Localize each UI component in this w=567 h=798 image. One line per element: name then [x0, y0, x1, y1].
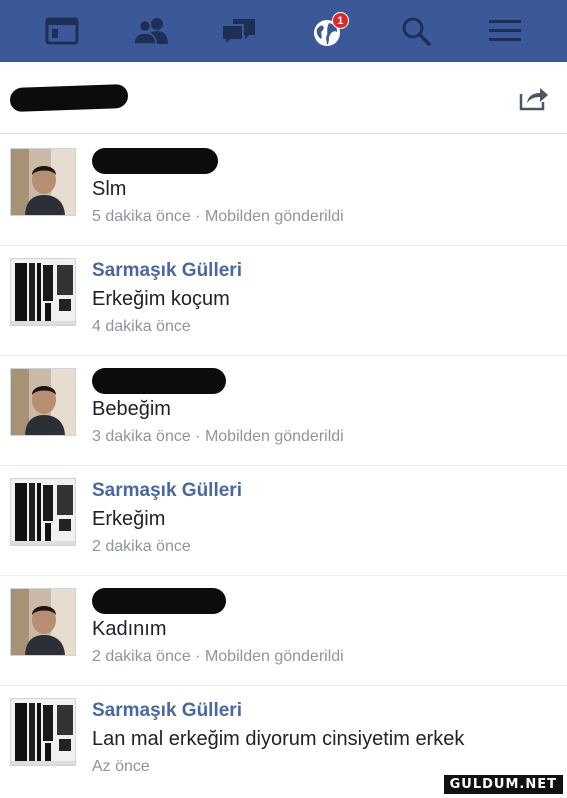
message-meta: 4 dakika önce: [92, 318, 191, 335]
message-list: Slm 5 dakika önce · Mobilden gönderildi …: [0, 136, 567, 796]
notifications-button[interactable]: 1: [302, 9, 354, 53]
sender-name-link[interactable]: Sarmaşık Gülleri: [92, 478, 242, 504]
friends-icon: [132, 18, 168, 45]
avatar-clothes[interactable]: [10, 698, 76, 766]
message-item: Sarmaşık Gülleri Erkeğim 2 dakika önce: [0, 466, 567, 576]
share-button[interactable]: [517, 81, 551, 115]
message-text: Bebeğim: [92, 398, 171, 420]
messages-button[interactable]: [213, 9, 265, 53]
avatar-clothes[interactable]: [10, 478, 76, 546]
site-watermark: GULDUM.NET: [443, 775, 563, 794]
sender-name-redaction: [92, 148, 218, 174]
sender-name-link[interactable]: Sarmaşık Gülleri: [92, 258, 242, 284]
notification-count-badge: 1: [331, 12, 349, 29]
message-meta: Az önce: [92, 758, 150, 775]
avatar-man[interactable]: [10, 588, 76, 656]
message-text: Erkeğim: [92, 508, 166, 530]
conversation-header: [0, 62, 567, 134]
message-text: Slm: [92, 178, 127, 200]
menu-button[interactable]: [479, 9, 531, 53]
message-text: Kadınım: [92, 618, 167, 640]
share-icon: [519, 87, 548, 110]
news-feed-button[interactable]: [36, 9, 88, 53]
avatar-clothes[interactable]: [10, 258, 76, 326]
message-meta: 2 dakika önce: [92, 538, 191, 555]
message-meta: 3 dakika önce · Mobilden gönderildi: [92, 428, 344, 445]
message-meta: 5 dakika önce · Mobilden gönderildi: [92, 208, 344, 225]
message-item: Sarmaşık Gülleri Erkeğim koçum 4 dakika …: [0, 246, 567, 356]
avatar-man[interactable]: [10, 368, 76, 436]
message-item: Slm 5 dakika önce · Mobilden gönderildi: [0, 136, 567, 246]
news-feed-icon: [45, 17, 79, 45]
conversation-title-redaction: [10, 83, 128, 112]
message-item: Bebeğim 3 dakika önce · Mobilden gönderi…: [0, 356, 567, 466]
sender-name-redaction: [92, 368, 226, 394]
avatar-man[interactable]: [10, 148, 76, 216]
sender-name-redaction: [92, 588, 226, 614]
top-navigation-bar: 1: [0, 0, 567, 62]
message-meta: 2 dakika önce · Mobilden gönderildi: [92, 648, 344, 665]
search-icon: [402, 17, 431, 46]
sender-name-link[interactable]: Sarmaşık Gülleri: [92, 698, 464, 724]
message-item: Kadınım 2 dakika önce · Mobilden gönderi…: [0, 576, 567, 686]
friends-button[interactable]: [125, 9, 177, 53]
menu-icon: [488, 20, 521, 41]
message-text: Lan mal erkeğim diyorum cinsiyetim erkek: [92, 728, 465, 750]
search-button[interactable]: [390, 9, 442, 53]
message-text: Erkeğim koçum: [92, 288, 230, 310]
messages-icon: [221, 19, 256, 47]
